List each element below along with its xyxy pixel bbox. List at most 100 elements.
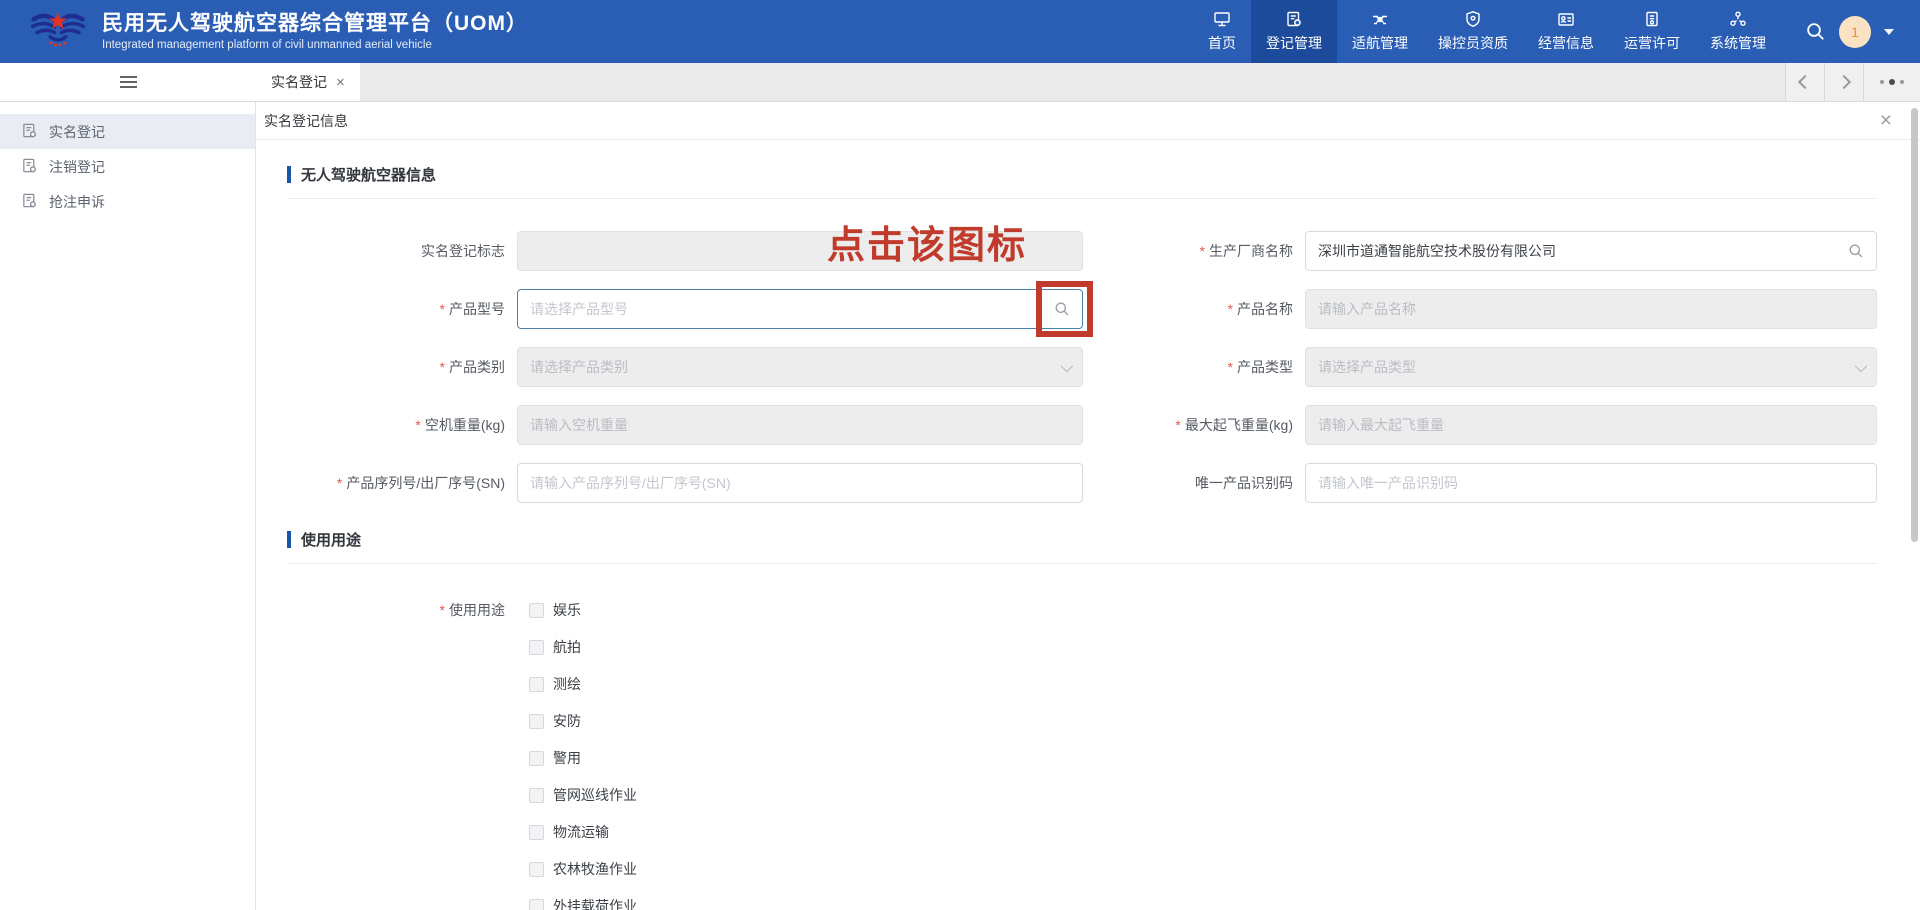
purpose-item-police[interactable]: 警用	[529, 746, 1877, 770]
nav-item-business-info[interactable]: 经营信息	[1523, 0, 1609, 63]
tab-real-name-registration[interactable]: 实名登记 ×	[256, 63, 360, 101]
purpose-item-aerial-photography[interactable]: 航拍	[529, 635, 1877, 659]
purpose-item-agriculture[interactable]: 农林牧渔作业	[529, 857, 1877, 881]
sidebar-item-preemptive-registration-appeal[interactable]: 抢注申诉	[0, 184, 255, 219]
tab-strip-spacer	[360, 63, 1785, 101]
nav-item-label: 运营许可	[1624, 33, 1680, 53]
sidebar-item-label: 抢注申诉	[49, 192, 105, 212]
vertical-scrollbar[interactable]	[1911, 108, 1918, 542]
section-divider	[287, 563, 1877, 564]
nav-item-label: 系统管理	[1710, 33, 1766, 53]
empty-weight-label: *空机重量(kg)	[287, 405, 517, 445]
unique-id-input[interactable]	[1318, 475, 1864, 491]
required-asterisk: *	[1228, 359, 1233, 375]
checkbox-icon[interactable]	[529, 899, 544, 910]
product-model-label: *产品型号	[287, 289, 517, 329]
app-title: 民用无人驾驶航空器综合管理平台（UOM）	[102, 12, 528, 36]
checkbox-icon[interactable]	[529, 862, 544, 877]
purpose-item-external-load[interactable]: 外挂载荷作业	[529, 894, 1877, 910]
sub-bar: 实名登记 ×	[0, 63, 1920, 102]
nav-item-system[interactable]: 系统管理	[1695, 0, 1781, 63]
product-model-input[interactable]	[530, 301, 1044, 317]
avatar-text: 1	[1851, 24, 1859, 40]
product-name-field	[1305, 289, 1877, 329]
product-model-field	[517, 289, 1083, 329]
serial-number-label: *产品序列号/出厂序号(SN)	[287, 463, 517, 503]
sidebar-item-deregistration[interactable]: 注销登记	[0, 149, 255, 184]
sidebar-item-label: 实名登记	[49, 122, 105, 142]
hamburger-icon	[120, 81, 137, 83]
unique-id-field	[1305, 463, 1877, 503]
manufacturer-search-icon[interactable]	[1848, 243, 1864, 259]
purpose-item-pipeline-inspection[interactable]: 管网巡线作业	[529, 783, 1877, 807]
checkbox-icon[interactable]	[529, 603, 544, 618]
chevron-down-icon[interactable]	[1884, 29, 1894, 35]
purpose-item-surveying[interactable]: 测绘	[529, 672, 1877, 696]
document-badge-icon	[21, 157, 38, 177]
nav-item-operation-license[interactable]: 运营许可	[1609, 0, 1695, 63]
manufacturer-input[interactable]	[1318, 243, 1838, 259]
monitor-icon	[1213, 10, 1231, 28]
required-asterisk: *	[1175, 417, 1180, 433]
sidebar: 实名登记 注销登记 抢注申诉	[0, 102, 256, 910]
search-icon[interactable]	[1805, 21, 1826, 42]
nav-item-label: 操控员资质	[1438, 33, 1508, 53]
panel-header: 实名登记信息 ×	[256, 102, 1920, 140]
checkbox-icon[interactable]	[529, 751, 544, 766]
usage-purpose-grid: *使用用途 娱乐 航拍 测绘 安防 警用 管网巡线作业 物流运输 农林牧渔作业 …	[287, 598, 1877, 910]
tab-close-icon[interactable]: ×	[336, 75, 345, 90]
purpose-item-security[interactable]: 安防	[529, 709, 1877, 733]
sidebar-item-label: 注销登记	[49, 157, 105, 177]
checkbox-icon[interactable]	[529, 788, 544, 803]
product-category-select: 请选择产品类别	[517, 347, 1083, 387]
avatar[interactable]: 1	[1839, 16, 1871, 48]
chevron-down-icon	[1061, 359, 1074, 372]
nav-item-airworthiness[interactable]: 适航管理	[1337, 0, 1423, 63]
close-icon[interactable]: ×	[1880, 110, 1892, 131]
required-asterisk: *	[1228, 301, 1233, 317]
tab-scroll-left-button[interactable]	[1785, 63, 1824, 101]
nav-item-registration[interactable]: 登记管理	[1251, 0, 1337, 63]
nav-item-label: 首页	[1208, 33, 1236, 53]
platform-logo-icon	[30, 6, 86, 57]
product-type-select: 请选择产品类型	[1305, 347, 1877, 387]
sidebar-item-real-name-registration[interactable]: 实名登记	[0, 114, 255, 149]
serial-number-input[interactable]	[530, 475, 1070, 491]
checkbox-icon[interactable]	[529, 640, 544, 655]
tab-scroll-right-button[interactable]	[1824, 63, 1863, 101]
sidebar-collapse-button[interactable]	[0, 63, 256, 101]
nav-item-operator-qualification[interactable]: 操控员资质	[1423, 0, 1523, 63]
purpose-label: 娱乐	[553, 600, 581, 620]
chevron-right-icon	[1837, 75, 1851, 89]
required-asterisk: *	[440, 359, 445, 375]
license-icon	[1643, 10, 1661, 28]
register-doc-icon	[1285, 10, 1303, 28]
purpose-item-entertainment[interactable]: 娱乐	[529, 598, 1877, 622]
max-takeoff-weight-input	[1318, 417, 1864, 433]
header-right: 1	[1781, 0, 1920, 63]
product-category-label: *产品类别	[287, 347, 517, 387]
section-title-usage-purpose: 使用用途	[287, 529, 1877, 550]
drone-icon	[1371, 10, 1389, 28]
tab-label: 实名登记	[271, 72, 327, 92]
required-asterisk: *	[337, 475, 342, 491]
purpose-label: 航拍	[553, 637, 581, 657]
tab-more-button[interactable]	[1863, 63, 1920, 101]
nav-item-label: 经营信息	[1538, 33, 1594, 53]
nav-item-label: 适航管理	[1352, 33, 1408, 53]
reg-mark-field	[517, 231, 1083, 271]
top-header: 民用无人驾驶航空器综合管理平台（UOM） Integrated manageme…	[0, 0, 1920, 63]
tab-strip: 实名登记 ×	[256, 63, 1920, 101]
id-card-icon	[1557, 10, 1575, 28]
checkbox-icon[interactable]	[529, 825, 544, 840]
purpose-item-logistics[interactable]: 物流运输	[529, 820, 1877, 844]
nav-item-home[interactable]: 首页	[1193, 0, 1251, 63]
nav-item-label: 登记管理	[1266, 33, 1322, 53]
product-model-search-icon[interactable]	[1054, 301, 1070, 317]
manufacturer-field	[1305, 231, 1877, 271]
required-asterisk: *	[440, 301, 445, 317]
checkbox-icon[interactable]	[529, 677, 544, 692]
checkbox-icon[interactable]	[529, 714, 544, 729]
main-content: 实名登记信息 × 无人驾驶航空器信息 点击该图标 实名登记标志 *生产厂商名称	[256, 102, 1920, 910]
document-badge-icon	[21, 122, 38, 142]
